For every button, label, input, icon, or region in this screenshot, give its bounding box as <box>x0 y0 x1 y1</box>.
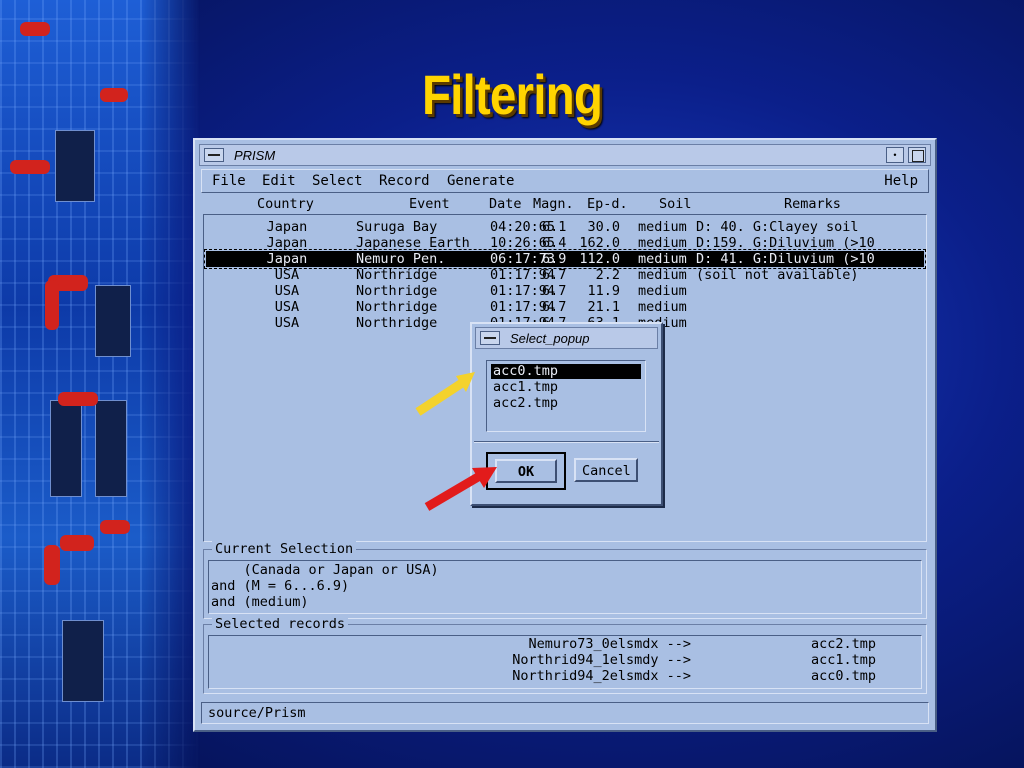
yellow-arrow <box>415 372 475 416</box>
annotation-arrows <box>415 372 497 511</box>
red-arrow <box>424 467 497 511</box>
